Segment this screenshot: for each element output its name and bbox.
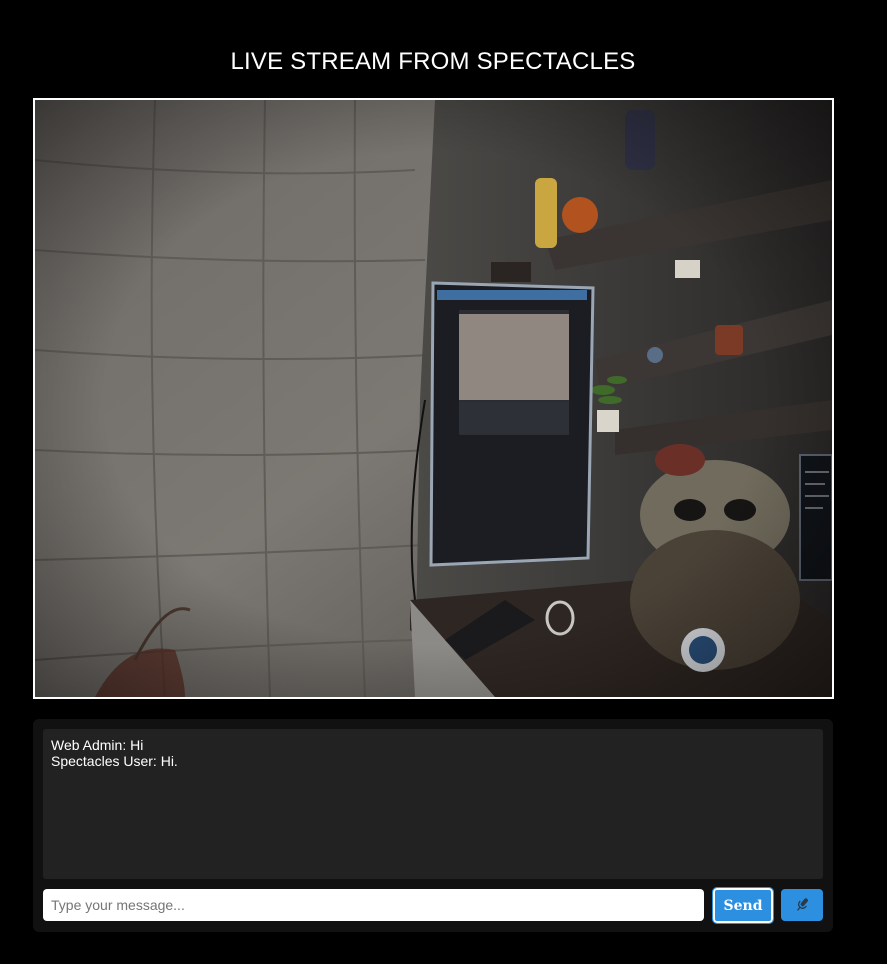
chat-message: Web Admin: Hi — [51, 737, 144, 753]
microphone-button[interactable] — [781, 889, 823, 921]
page-title: LIVE STREAM FROM SPECTACLES — [230, 48, 636, 75]
chat-message: Spectacles User: Hi. — [51, 753, 178, 769]
chat-panel: Web Admin: Hi Spectacles User: Hi. Send — [33, 719, 833, 932]
microphone-icon — [797, 898, 808, 911]
message-input[interactable] — [43, 889, 704, 921]
chat-log: Web Admin: Hi Spectacles User: Hi. — [43, 729, 823, 879]
live-video-stream — [33, 98, 834, 699]
send-button[interactable]: Send — [712, 887, 774, 924]
video-frame-image — [35, 100, 832, 697]
